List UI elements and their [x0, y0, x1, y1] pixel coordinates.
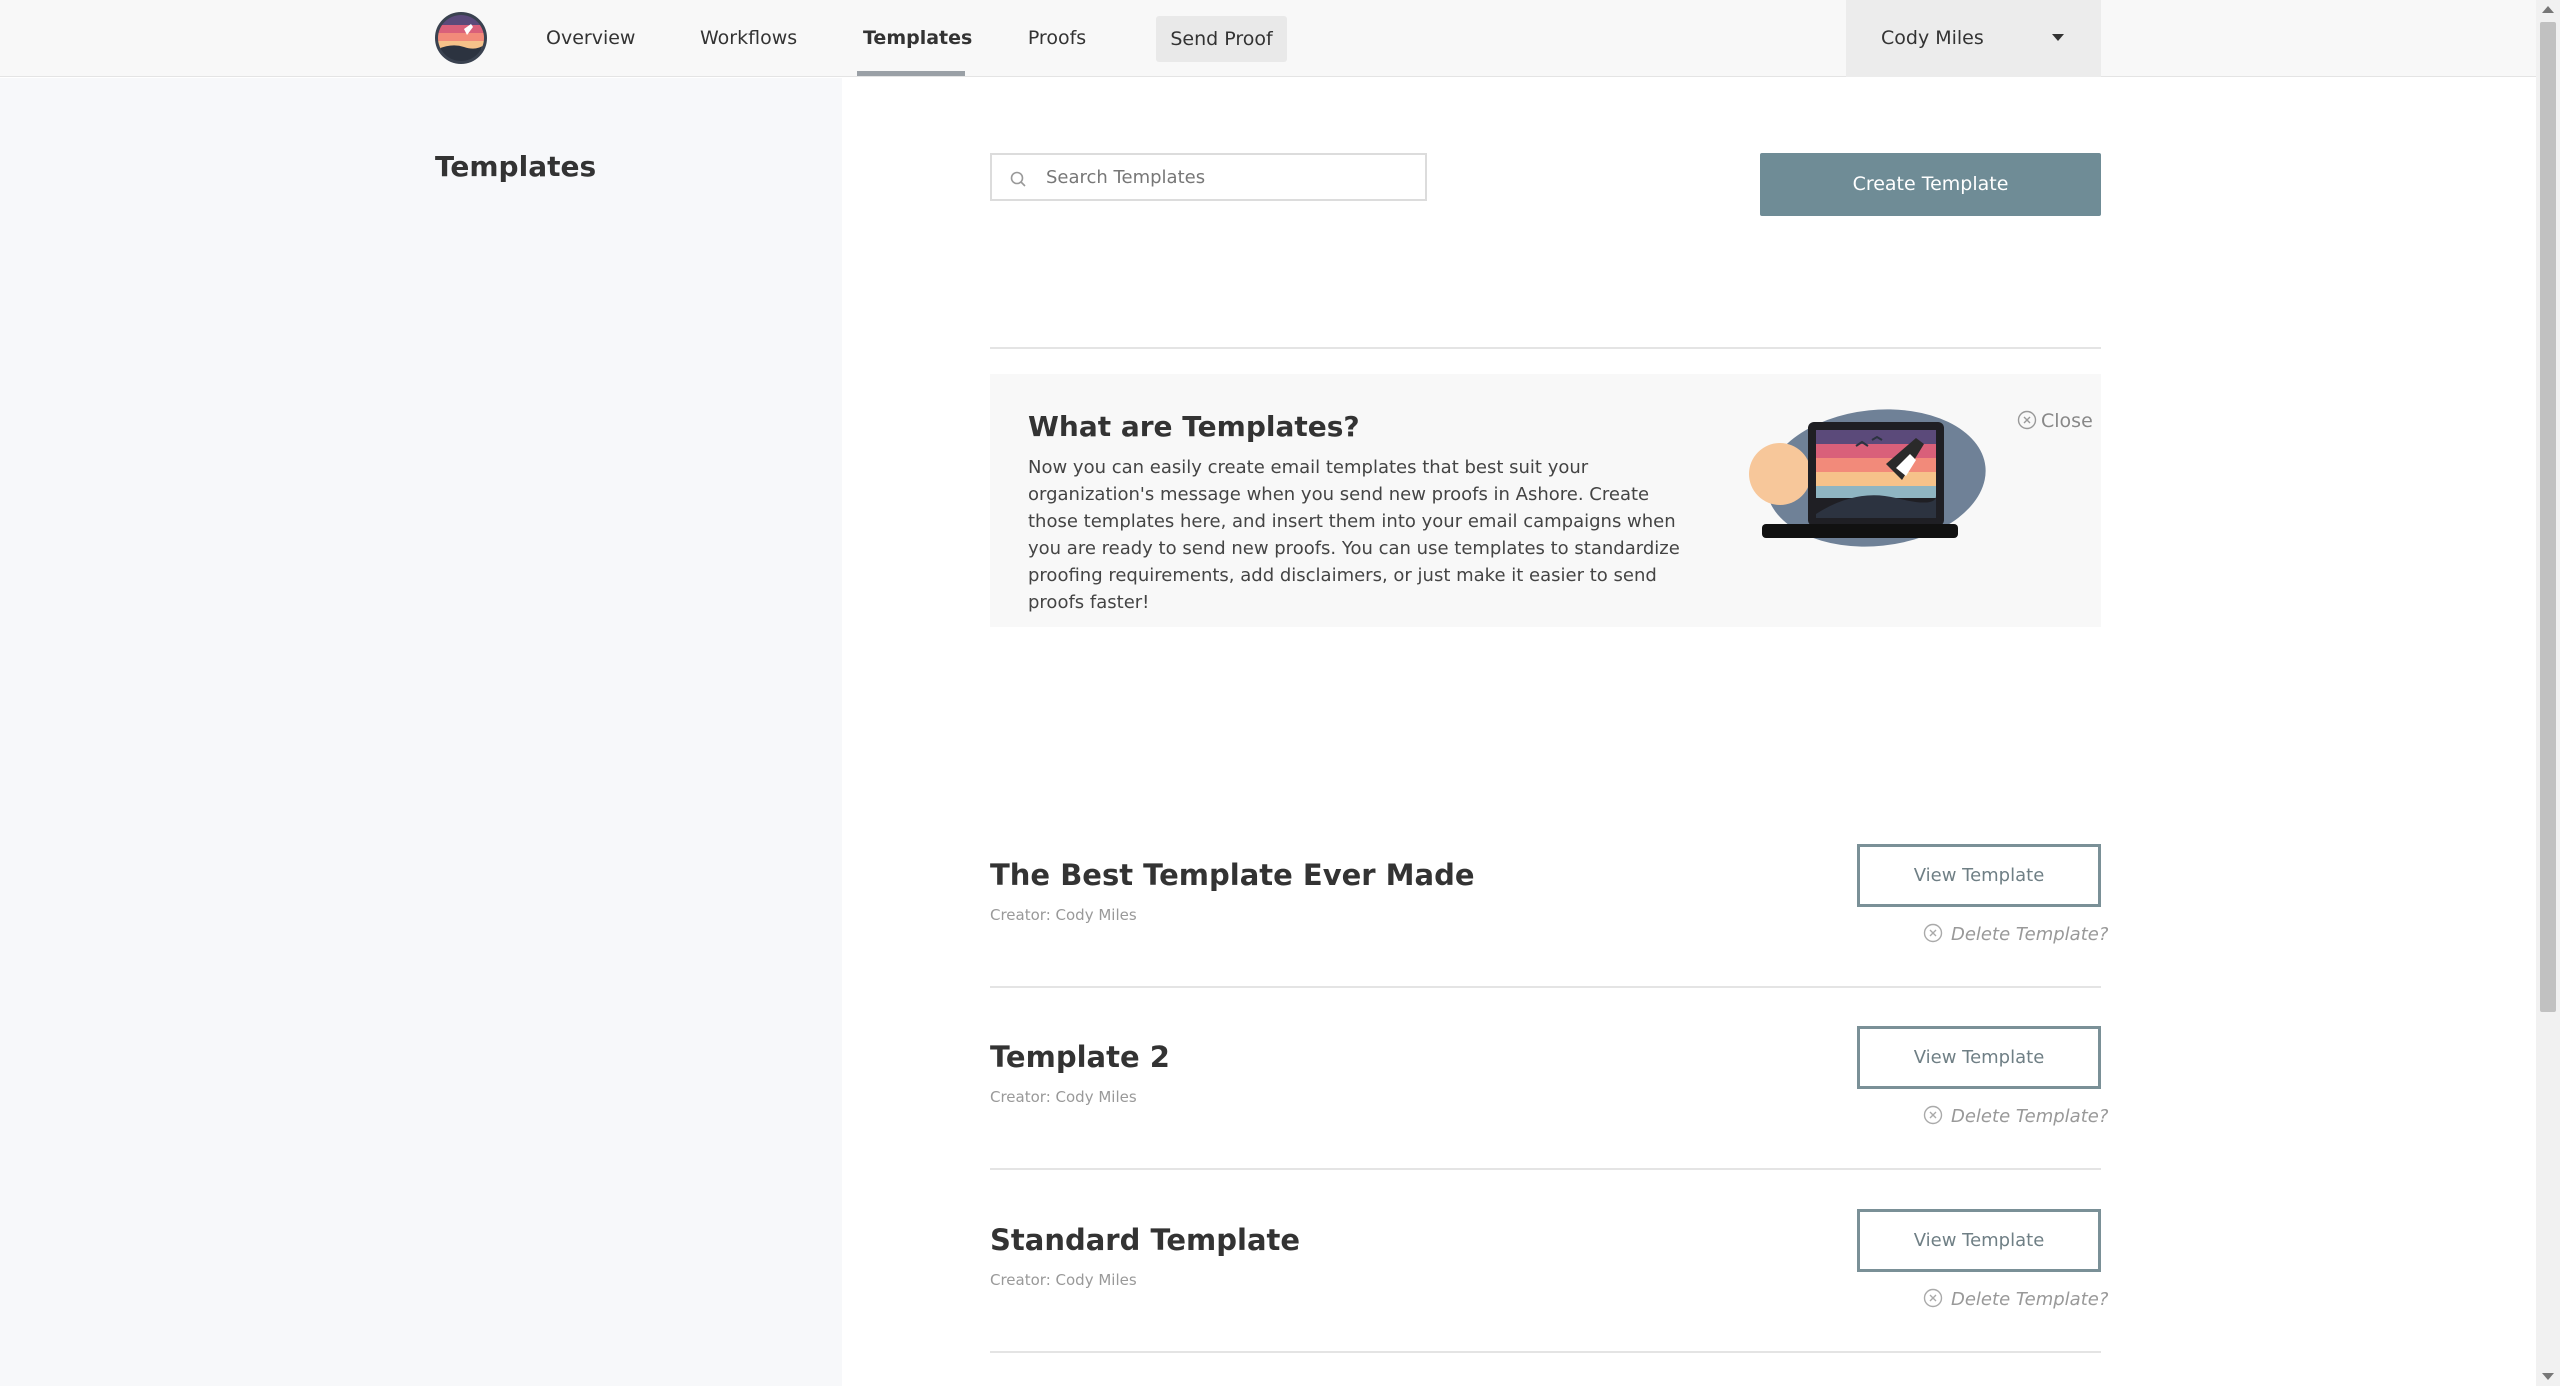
sidebar-title: Templates	[435, 150, 597, 183]
row-divider	[990, 1351, 2101, 1353]
close-info-button[interactable]: Close	[2017, 410, 2093, 432]
nav-proofs[interactable]: Proofs	[1025, 0, 1089, 77]
delete-template-link[interactable]: Delete Template?	[1923, 1288, 2108, 1310]
search-box[interactable]	[990, 153, 1427, 201]
delete-circle-icon	[1923, 1105, 1943, 1125]
close-label: Close	[2041, 410, 2093, 432]
laptop-message-in-bottle-illustration	[1749, 409, 1986, 547]
delete-template-label: Delete Template?	[1951, 1106, 2109, 1127]
sidebar: Templates	[0, 78, 842, 1386]
templates-info-panel: What are Templates? Now you can easily c…	[990, 374, 2101, 627]
user-menu-dropdown[interactable]: Cody Miles	[1846, 0, 2101, 77]
scrollbar-thumb[interactable]	[2540, 22, 2556, 1012]
view-template-button[interactable]: View Template	[1857, 1209, 2101, 1272]
vertical-scrollbar[interactable]	[2536, 0, 2560, 1386]
template-row: Template 2 Creator: Cody Miles View Temp…	[990, 1026, 2108, 1222]
info-body: Now you can easily create email template…	[1028, 457, 1680, 613]
template-creator: Creator: Cody Miles	[990, 1088, 1137, 1106]
search-icon	[1010, 171, 1026, 187]
delete-circle-icon	[1923, 1288, 1943, 1308]
template-row: The Best Template Ever Made Creator: Cod…	[990, 844, 2108, 1040]
template-creator: Creator: Cody Miles	[990, 906, 1137, 924]
delete-template-label: Delete Template?	[1951, 1289, 2109, 1310]
nav-templates[interactable]: Templates	[863, 0, 972, 77]
template-creator: Creator: Cody Miles	[990, 1271, 1137, 1289]
send-proof-button[interactable]: Send Proof	[1156, 16, 1287, 62]
scroll-up-arrow-icon[interactable]	[2542, 6, 2554, 13]
sunset-logo-icon[interactable]	[435, 12, 487, 64]
nav-workflows[interactable]: Workflows	[700, 0, 797, 77]
user-name: Cody Miles	[1881, 27, 1984, 49]
delete-circle-icon	[1923, 923, 1943, 943]
delete-template-link[interactable]: Delete Template?	[1923, 923, 2108, 945]
scroll-down-arrow-icon[interactable]	[2542, 1373, 2554, 1380]
delete-template-link[interactable]: Delete Template?	[1923, 1105, 2108, 1127]
section-divider	[990, 347, 2101, 349]
caret-down-icon	[2052, 34, 2064, 41]
template-name: Template 2	[990, 1040, 1170, 1074]
create-template-button[interactable]: Create Template	[1760, 153, 2101, 216]
nav-overview[interactable]: Overview	[546, 0, 635, 77]
row-divider	[990, 1168, 2101, 1170]
delete-template-label: Delete Template?	[1951, 924, 2109, 945]
view-template-button[interactable]: View Template	[1857, 844, 2101, 907]
template-row: Standard Template Creator: Cody Miles Vi…	[990, 1209, 2108, 1386]
active-tab-indicator	[857, 71, 965, 76]
template-name: Standard Template	[990, 1223, 1301, 1257]
close-circle-icon	[2017, 410, 2037, 430]
view-template-button[interactable]: View Template	[1857, 1026, 2101, 1089]
row-divider	[990, 986, 2101, 988]
search-input[interactable]	[1046, 155, 1416, 199]
template-name: The Best Template Ever Made	[990, 858, 1475, 892]
top-navbar: Overview Workflows Templates Proofs Send…	[0, 0, 2536, 77]
info-title: What are Templates?	[1028, 410, 1360, 443]
